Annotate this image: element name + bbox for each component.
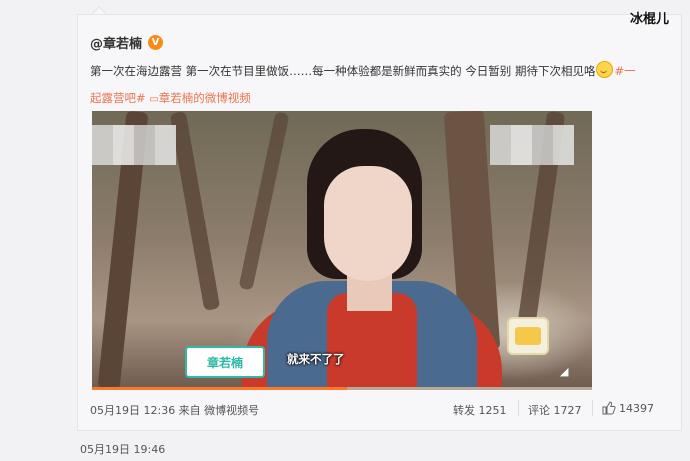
post-body: 第一次在海边露营 第一次在节目里做饭……每一种体验都是新鲜而真实的 今日暂别 期… (90, 64, 596, 78)
video-link-label: 章若楠的微博视频 (158, 91, 251, 105)
smile-emoji-icon (596, 61, 614, 78)
blurred-logo-right (490, 125, 574, 165)
bottom-timestamp: 05月19日 19:46 (80, 443, 166, 456)
verified-badge-icon: V (148, 34, 164, 50)
author-name[interactable]: @章若楠 (90, 33, 142, 52)
comment-button[interactable]: 评论 1727 (528, 402, 582, 418)
hashtag-link-end[interactable]: 起露营吧# (90, 91, 146, 105)
author-row: @章若楠 V (90, 33, 164, 52)
post-meta[interactable]: 05月19日 12:36 来自 微博视频号 (90, 402, 259, 418)
watermark-text: 冰棍儿 (630, 12, 670, 27)
hashtag-link-start[interactable]: #一 (614, 64, 635, 78)
blurred-logo-left (92, 125, 176, 165)
video-link[interactable]: ▭章若楠的微博视频 (149, 91, 250, 105)
thumbs-up-icon[interactable] (602, 401, 616, 415)
divider (518, 400, 519, 416)
like-count[interactable]: 14397 (619, 402, 654, 415)
name-tag-overlay: 章若楠 (185, 346, 265, 378)
volume-icon[interactable]: ◢ (560, 366, 574, 378)
video-link-icon: ▭ (149, 94, 159, 105)
person-face (324, 166, 412, 281)
card-notch-icon (92, 6, 106, 14)
video-player[interactable]: 章若楠 就来不了了 ◢ (92, 111, 592, 390)
repost-button[interactable]: 转发 1251 (453, 402, 507, 418)
post-text: 第一次在海边露营 第一次在节目里做饭……每一种体验都是新鲜而真实的 今日暂别 期… (90, 58, 662, 113)
divider (592, 400, 593, 416)
video-progress-fill (92, 387, 347, 390)
video-subtitle: 就来不了了 (287, 352, 345, 366)
video-progress-bar[interactable] (92, 387, 592, 390)
show-logo-icon (507, 317, 549, 355)
